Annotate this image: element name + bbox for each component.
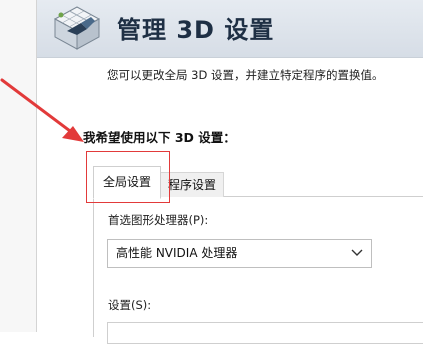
page-title: 管理 3D 设置: [117, 16, 275, 44]
3d-settings-icon: [53, 6, 101, 50]
highlight-annotation: [86, 151, 170, 203]
settings-list[interactable]: [107, 322, 423, 344]
page-header: 管理 3D 设置: [37, 0, 423, 58]
preferred-gpu-select[interactable]: 高性能 NVIDIA 处理器: [107, 239, 372, 268]
section-heading: 我希望使用以下 3D 设置：: [83, 130, 236, 145]
page-description: 您可以更改全局 3D 设置，并建立特定程序的置换值。: [107, 68, 384, 82]
preferred-gpu-label: 首选图形处理器(P):: [108, 213, 209, 227]
chevron-down-icon: [351, 249, 363, 256]
settings-label: 设置(S):: [108, 298, 152, 312]
left-panel: [0, 0, 36, 332]
preferred-gpu-value: 高性能 NVIDIA 处理器: [116, 246, 238, 260]
